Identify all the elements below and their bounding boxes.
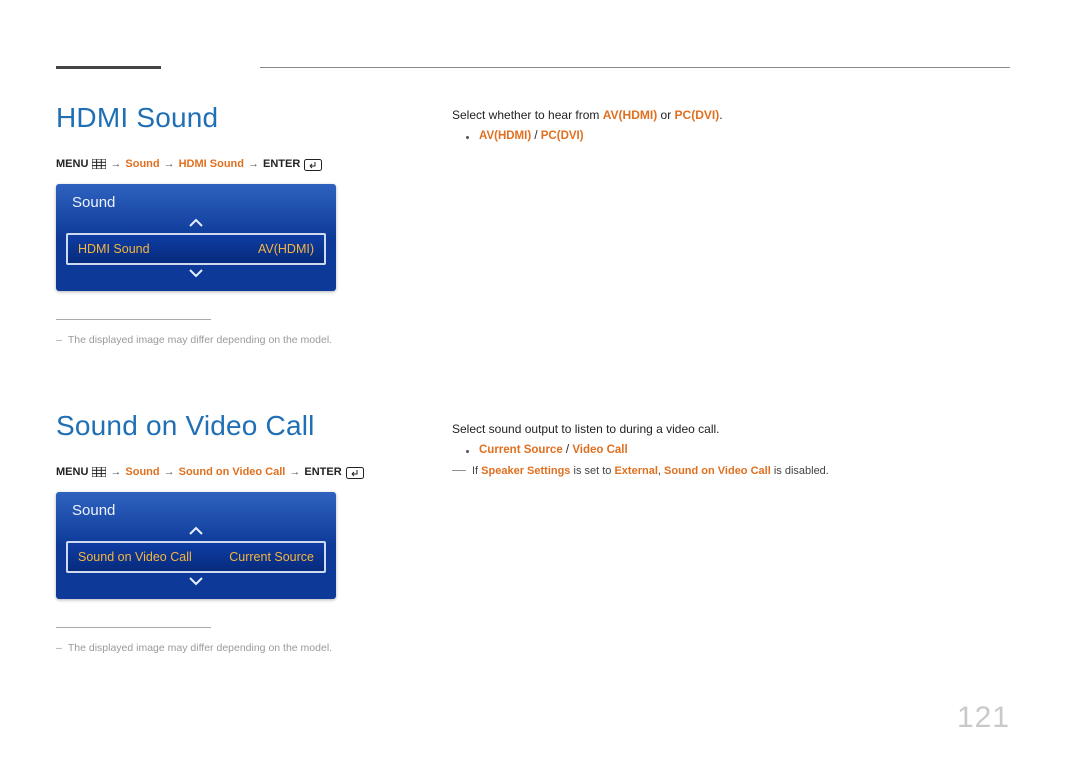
osd-item: Sound on Video Call Current Source: [66, 541, 326, 573]
osd-item-value: Current Source: [229, 550, 314, 564]
intro-text: Select whether to hear from AV(HDMI) or …: [452, 106, 1010, 124]
bullet-icon: [466, 450, 469, 453]
section-title: Sound on Video Call: [56, 410, 394, 442]
arrow-icon: →: [110, 158, 121, 170]
bullet-row: Current Source / Video Call: [452, 444, 1010, 456]
option: Current Source: [479, 444, 563, 456]
text: If: [472, 465, 481, 477]
menu-icon: [92, 467, 106, 477]
enter-icon: [304, 159, 320, 170]
bullet-icon: [466, 136, 469, 139]
arrow-icon: →: [164, 466, 175, 478]
option: PC(DVI): [541, 130, 584, 142]
breadcrumb-item: Sound: [125, 466, 159, 478]
text: .: [719, 108, 722, 122]
chevron-up-icon: [56, 523, 336, 541]
bullet-text: AV(HDMI) / PC(DVI): [479, 130, 584, 142]
osd-panel: Sound HDMI Sound AV(HDMI): [56, 184, 336, 291]
note-text: The displayed image may differ depending…: [68, 642, 332, 654]
text: is set to: [570, 465, 614, 477]
term: External: [614, 465, 657, 477]
arrow-icon: →: [248, 158, 259, 170]
osd-panel: Sound Sound on Video Call Current Source: [56, 492, 336, 599]
bullet-text: Current Source / Video Call: [479, 444, 628, 456]
page-number: 121: [957, 701, 1010, 735]
separator: /: [531, 130, 541, 142]
text: is disabled.: [771, 465, 829, 477]
term: Speaker Settings: [481, 465, 570, 477]
breadcrumb-enter: ENTER: [304, 466, 341, 478]
bullet-row: AV(HDMI) / PC(DVI): [452, 130, 1010, 142]
breadcrumb-menu: MENU: [56, 158, 88, 170]
breadcrumb-enter: ENTER: [263, 158, 300, 170]
section-sound-on-video-call: Sound on Video Call MENU → Sound → Sound…: [56, 410, 394, 654]
footnote-text: If Speaker Settings is set to External, …: [472, 465, 829, 477]
note: –The displayed image may differ dependin…: [56, 334, 394, 346]
text: Select whether to hear from: [452, 108, 603, 122]
osd-title: Sound: [56, 492, 336, 523]
osd-item-label: HDMI Sound: [78, 242, 150, 256]
dash-icon: ―: [452, 462, 466, 476]
right-section-2: Select sound output to listen to during …: [452, 420, 1010, 477]
breadcrumb-item: Sound: [125, 158, 159, 170]
arrow-icon: →: [164, 158, 175, 170]
osd-item-label: Sound on Video Call: [78, 550, 192, 564]
breadcrumb-menu: MENU: [56, 466, 88, 478]
chevron-down-icon: [56, 573, 336, 591]
page: HDMI Sound MENU → Sound → HDMI Sound → E…: [0, 0, 1080, 763]
arrow-icon: →: [289, 466, 300, 478]
chevron-down-icon: [56, 265, 336, 283]
menu-icon: [92, 159, 106, 169]
osd-item: HDMI Sound AV(HDMI): [66, 233, 326, 265]
text: or: [657, 108, 674, 122]
option: Video Call: [572, 444, 627, 456]
right-column: Select whether to hear from AV(HDMI) or …: [452, 102, 1010, 718]
intro-text: Select sound output to listen to during …: [452, 420, 1010, 438]
note-text: The displayed image may differ depending…: [68, 334, 332, 346]
arrow-icon: →: [110, 466, 121, 478]
content: HDMI Sound MENU → Sound → HDMI Sound → E…: [56, 62, 1010, 718]
breadcrumb: MENU → Sound → HDMI Sound → ENTER: [56, 158, 394, 170]
breadcrumb: MENU → Sound → Sound on Video Call → ENT…: [56, 466, 394, 478]
option: AV(HDMI): [603, 108, 657, 122]
breadcrumb-item: HDMI Sound: [179, 158, 244, 170]
option: AV(HDMI): [479, 130, 531, 142]
option: PC(DVI): [675, 108, 720, 122]
note-rule: [56, 627, 211, 628]
footnote: ― If Speaker Settings is set to External…: [452, 462, 1010, 477]
left-column: HDMI Sound MENU → Sound → HDMI Sound → E…: [56, 102, 394, 718]
separator: /: [563, 444, 573, 456]
section-hdmi-sound: HDMI Sound MENU → Sound → HDMI Sound → E…: [56, 102, 394, 346]
breadcrumb-item: Sound on Video Call: [179, 466, 286, 478]
osd-item-value: AV(HDMI): [258, 242, 314, 256]
term: Sound on Video Call: [664, 465, 771, 477]
note-rule: [56, 319, 211, 320]
right-section-1: Select whether to hear from AV(HDMI) or …: [452, 106, 1010, 142]
section-title: HDMI Sound: [56, 102, 394, 134]
osd-title: Sound: [56, 184, 336, 215]
note: –The displayed image may differ dependin…: [56, 642, 394, 654]
chevron-up-icon: [56, 215, 336, 233]
enter-icon: [346, 467, 362, 478]
